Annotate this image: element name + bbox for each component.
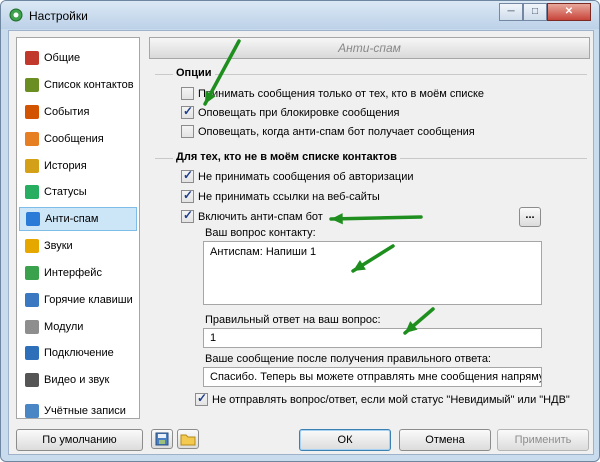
message-input[interactable]: Спасибо. Теперь вы можете отправлять мне…: [203, 367, 542, 387]
connection-icon: [25, 346, 39, 360]
sidebar-item-interface[interactable]: Интерфейс: [19, 261, 137, 285]
option-no-auth-checkbox[interactable]: [181, 168, 194, 183]
bot-settings-button[interactable]: ...: [519, 207, 541, 227]
history-icon: [25, 159, 39, 173]
accounts-icon: [25, 404, 39, 418]
sidebar-item-label: Интерфейс: [44, 267, 102, 279]
option-invisible-label: Не отправлять вопрос/ответ, если мой ста…: [212, 393, 570, 406]
sidebar-item-label: Модули: [44, 321, 84, 333]
dialog-client-area: Общие Список контактов События Сообщения Ист…: [8, 30, 594, 455]
save-profile-button[interactable]: [151, 429, 173, 449]
sidebar-item-modules[interactable]: Модули: [19, 315, 137, 339]
option-only-contacts-checkbox[interactable]: [181, 87, 194, 100]
sidebar-item-label: Список контактов: [44, 79, 134, 91]
folder-icon: [180, 434, 196, 446]
settings-sidebar: Общие Список контактов События Сообщения Ист…: [16, 37, 140, 419]
panel-title: Анти-спам: [149, 37, 590, 59]
option-no-auth-label: Не принимать сообщения об авторизации: [198, 170, 414, 183]
option-enable-bot[interactable]: Включить анти-спам бот: [181, 208, 323, 223]
sidebar-item-contacts[interactable]: Список контактов: [19, 73, 137, 97]
question-label: Ваш вопрос контакту:: [205, 227, 316, 239]
sidebar-item-antispam[interactable]: Анти-спам: [19, 207, 137, 231]
gear-icon: [25, 51, 39, 65]
close-button[interactable]: ✕: [547, 3, 591, 21]
ok-button[interactable]: ОК: [299, 429, 391, 451]
option-no-links-label: Не принимать ссылки на веб-сайты: [198, 190, 380, 203]
minimize-button[interactable]: ─: [499, 3, 523, 21]
answer-input[interactable]: 1: [203, 328, 542, 348]
option-no-links[interactable]: Не принимать ссылки на веб-сайты: [181, 188, 380, 203]
sounds-icon: [25, 239, 39, 253]
video-sound-icon: [25, 373, 39, 387]
sidebar-item-connection[interactable]: Подключение: [19, 341, 137, 365]
option-no-auth[interactable]: Не принимать сообщения об авторизации: [181, 168, 414, 183]
maximize-button[interactable]: □: [523, 3, 547, 21]
apply-button[interactable]: Применить: [497, 429, 589, 451]
sidebar-item-gear[interactable]: Общие: [19, 46, 137, 70]
option-invisible-checkbox[interactable]: [195, 391, 208, 406]
sidebar-item-video-sound[interactable]: Видео и звук: [19, 368, 137, 392]
open-profile-button[interactable]: [177, 429, 199, 449]
options-group: Опции Принимать сообщения только от тех,…: [155, 67, 587, 142]
option-invisible[interactable]: Не отправлять вопрос/ответ, если мой ста…: [195, 391, 570, 406]
cancel-button[interactable]: Отмена: [399, 429, 491, 451]
option-notify-bot-label: Оповещать, когда анти-спам бот получает …: [198, 125, 475, 138]
option-only-contacts-label: Принимать сообщения только от тех, кто в…: [198, 87, 485, 100]
question-textarea[interactable]: Антиспам: Напиши 1: [203, 241, 542, 305]
option-notify-bot[interactable]: Оповещать, когда анти-спам бот получает …: [181, 125, 475, 138]
sidebar-item-accounts[interactable]: Учётные записи: [19, 399, 137, 423]
sidebar-item-label: Видео и звук: [44, 374, 110, 386]
modules-icon: [25, 320, 39, 334]
sidebar-item-statuses[interactable]: Статусы: [19, 180, 137, 204]
settings-window: Настройки ─ □ ✕ Общие Список контактов Соб…: [0, 0, 600, 462]
messages-icon: [25, 132, 39, 146]
sidebar-item-history[interactable]: История: [19, 154, 137, 178]
sidebar-item-label: Статусы: [44, 186, 87, 198]
sidebar-item-label: Сообщения: [44, 133, 104, 145]
option-only-contacts[interactable]: Принимать сообщения только от тех, кто в…: [181, 87, 484, 100]
message-label: Ваше сообщение после получения правильно…: [205, 353, 491, 365]
option-notify-bot-checkbox[interactable]: [181, 125, 194, 138]
events-icon: [25, 105, 39, 119]
option-enable-bot-checkbox[interactable]: [181, 208, 194, 223]
option-notify-block-checkbox[interactable]: [181, 104, 194, 119]
answer-label: Правильный ответ на ваш вопрос:: [205, 314, 381, 326]
sidebar-item-sounds[interactable]: Звуки: [19, 234, 137, 258]
sidebar-item-label: Общие: [44, 52, 81, 64]
sidebar-item-label: История: [44, 160, 87, 172]
sidebar-item-label: Звуки: [44, 240, 73, 252]
interface-icon: [25, 266, 39, 280]
option-notify-block-label: Оповещать при блокировке сообщения: [198, 106, 400, 119]
sidebar-item-label: Горячие клавиши: [44, 294, 133, 306]
sidebar-item-hotkeys[interactable]: Горячие клавиши: [19, 288, 137, 312]
contacts-icon: [25, 78, 39, 92]
hotkeys-icon: [25, 293, 39, 307]
option-enable-bot-label: Включить анти-спам бот: [198, 210, 323, 223]
option-no-links-checkbox[interactable]: [181, 188, 194, 203]
default-button[interactable]: По умолчанию: [16, 429, 143, 451]
save-profile-icon: [155, 432, 169, 446]
window-title: Настройки: [29, 9, 88, 23]
non-contacts-group-title: Для тех, кто не в моём списке контактов: [173, 151, 400, 163]
sidebar-item-events[interactable]: События: [19, 100, 137, 124]
app-icon: [9, 8, 23, 22]
antispam-icon: [26, 212, 40, 226]
statuses-icon: [25, 185, 39, 199]
sidebar-item-label: Учётные записи: [44, 405, 126, 417]
sidebar-item-label: Подключение: [44, 347, 114, 359]
sidebar-item-label: События: [44, 106, 90, 118]
option-notify-block[interactable]: Оповещать при блокировке сообщения: [181, 104, 400, 119]
title-bar[interactable]: Настройки ─ □ ✕: [1, 1, 599, 29]
options-group-title: Опции: [173, 67, 215, 79]
sidebar-item-messages[interactable]: Сообщения: [19, 127, 137, 151]
sidebar-item-label: Анти-спам: [45, 213, 99, 225]
